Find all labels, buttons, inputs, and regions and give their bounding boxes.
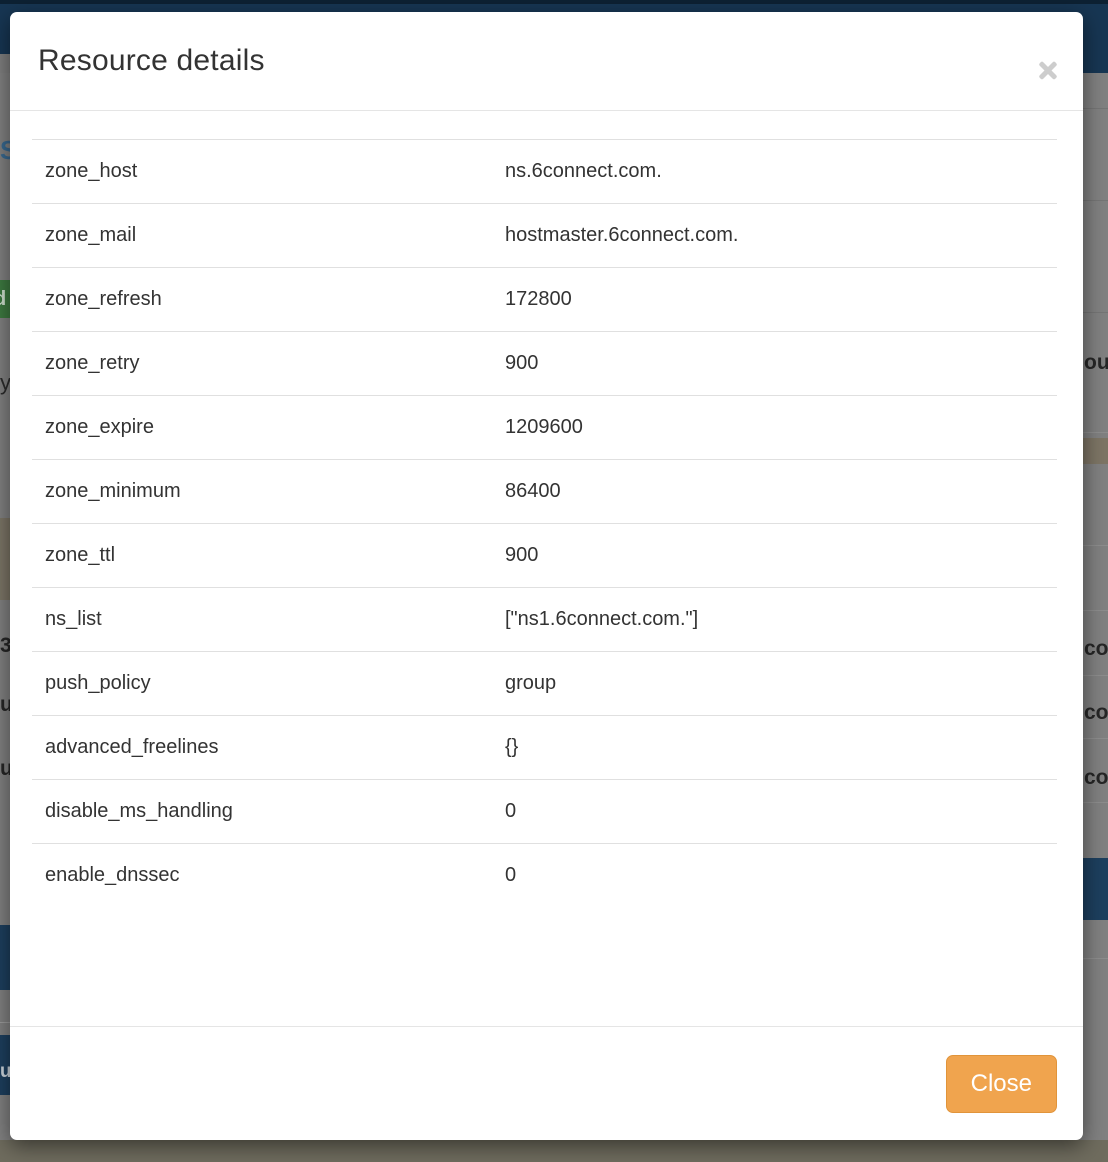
dimmed-table-divider (1083, 610, 1108, 611)
dimmed-button-label: u (0, 1062, 10, 1081)
dimmed-button-label: d (0, 288, 6, 310)
dimmed-table-divider (1083, 432, 1108, 433)
row-value: hostmaster.6connect.com. (505, 224, 1057, 247)
modal-title: Resource details (38, 44, 265, 78)
dimmed-blue-button (0, 925, 10, 990)
row-key: zone_ttl (32, 544, 505, 567)
row-value: 86400 (505, 480, 1057, 503)
row-value: 172800 (505, 288, 1057, 311)
row-key: zone_expire (32, 416, 505, 439)
row-key: enable_dnssec (32, 864, 505, 887)
row-value: 0 (505, 864, 1057, 887)
table-row: zone_refresh 172800 (32, 267, 1057, 331)
modal-body: zone_host ns.6connect.com. zone_mail hos… (10, 111, 1083, 1026)
dimmed-table-divider (0, 1022, 10, 1023)
row-value: 900 (505, 544, 1057, 567)
dimmed-table-divider (1083, 802, 1108, 803)
row-key: push_policy (32, 672, 505, 695)
dimmed-blue-button (1083, 858, 1108, 920)
row-value: 1209600 (505, 416, 1057, 439)
dimmed-highlight-row (0, 518, 10, 600)
table-row: enable_dnssec 0 (32, 843, 1057, 907)
dimmed-text-fragment: co (1084, 767, 1108, 788)
resource-details-modal: Resource details zone_host ns.6connect.c… (10, 12, 1083, 1140)
row-key: disable_ms_handling (32, 800, 505, 823)
dimmed-table-divider (1083, 545, 1108, 546)
table-row: zone_ttl 900 (32, 523, 1057, 587)
row-key: zone_host (32, 160, 505, 183)
table-row: zone_mail hostmaster.6connect.com. (32, 203, 1057, 267)
dimmed-highlight-row (1083, 438, 1108, 464)
dimmed-text-fragment: co (1084, 702, 1108, 723)
resource-details-table: zone_host ns.6connect.com. zone_mail hos… (32, 139, 1057, 907)
table-row: zone_retry 900 (32, 331, 1057, 395)
row-value: 900 (505, 352, 1057, 375)
dimmed-table-divider (1083, 200, 1108, 201)
modal-footer: Close (10, 1026, 1083, 1140)
dimmed-text-fragment: co (1084, 638, 1108, 659)
dimmed-table-divider (1083, 675, 1108, 676)
row-key: zone_refresh (32, 288, 505, 311)
table-row: disable_ms_handling 0 (32, 779, 1057, 843)
row-key: zone_minimum (32, 480, 505, 503)
table-row: zone_minimum 86400 (32, 459, 1057, 523)
dimmed-text-fragment: ou (1084, 352, 1108, 373)
table-row: push_policy group (32, 651, 1057, 715)
table-row: ns_list ["ns1.6connect.com."] (32, 587, 1057, 651)
row-key: advanced_freelines (32, 736, 505, 759)
dimmed-table-divider (1083, 958, 1108, 959)
table-row: advanced_freelines {} (32, 715, 1057, 779)
row-value: 0 (505, 800, 1057, 823)
row-value: group (505, 672, 1057, 695)
row-value: ns.6connect.com. (505, 160, 1057, 183)
screen: S d y 3 u u ou co co co u Resource detai… (0, 0, 1108, 1162)
dimmed-blue-button: u (0, 1035, 10, 1095)
dimmed-green-button: d (0, 280, 10, 318)
row-key: zone_retry (32, 352, 505, 375)
table-row: zone_host ns.6connect.com. (32, 139, 1057, 203)
row-key: ns_list (32, 608, 505, 631)
table-row: zone_expire 1209600 (32, 395, 1057, 459)
dimmed-page-footer (0, 1140, 1108, 1162)
dimmed-table-divider (1083, 312, 1108, 313)
modal-header: Resource details (10, 12, 1083, 111)
row-value: {} (505, 736, 1057, 759)
dimmed-page-edge (0, 54, 10, 73)
dimmed-table-divider (1083, 738, 1108, 739)
row-value: ["ns1.6connect.com."] (505, 608, 1057, 631)
row-key: zone_mail (32, 224, 505, 247)
dimmed-table-divider (1083, 108, 1108, 109)
close-icon[interactable] (1037, 59, 1059, 81)
close-button[interactable]: Close (946, 1055, 1057, 1113)
